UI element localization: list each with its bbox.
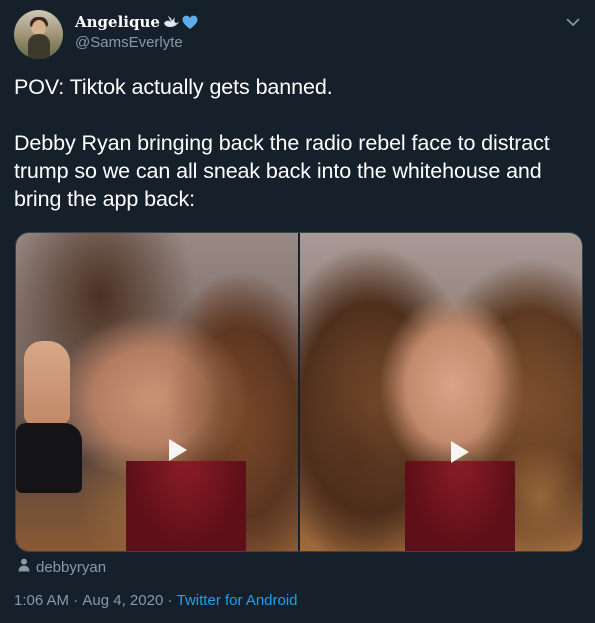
tweet-date[interactable]: Aug 4, 2020 xyxy=(82,592,163,609)
shirt xyxy=(126,461,246,551)
meta-separator: · xyxy=(69,592,83,609)
tweet-source-link[interactable]: Twitter for Android xyxy=(177,592,298,609)
video-thumbnail-1[interactable] xyxy=(16,233,298,551)
shirt xyxy=(405,461,515,551)
tweet-text: POV: Tiktok actually gets banned. Debby … xyxy=(14,75,550,211)
media-grid xyxy=(15,232,583,552)
avatar[interactable] xyxy=(14,10,63,59)
attribution-username: debbyryan xyxy=(36,558,107,576)
tweet-time[interactable]: 1:06 AM xyxy=(14,592,69,609)
glove xyxy=(16,423,82,493)
chevron-down-icon[interactable] xyxy=(563,12,583,32)
display-name[interactable]: Angelique xyxy=(75,13,160,31)
play-icon[interactable] xyxy=(446,439,472,465)
meta-separator: · xyxy=(163,592,177,609)
media-attribution[interactable]: debbyryan xyxy=(18,558,106,576)
user-icon xyxy=(18,558,30,576)
display-name-row: Angelique xyxy=(75,13,198,31)
hand xyxy=(24,341,70,425)
play-icon[interactable] xyxy=(164,437,190,463)
avatar-body xyxy=(28,34,50,59)
tweet-card: Angelique @SamsEverlyte POV: Tiktok actu… xyxy=(0,0,595,623)
tweet-meta: 1:06 AM · Aug 4, 2020 · Twitter for Andr… xyxy=(14,592,298,609)
video-thumbnail-2[interactable] xyxy=(300,233,582,551)
author-handle[interactable]: @SamsEverlyte xyxy=(75,34,183,51)
hair-shading xyxy=(300,353,410,551)
blue-heart-icon xyxy=(182,14,198,30)
dove-icon xyxy=(162,14,180,30)
